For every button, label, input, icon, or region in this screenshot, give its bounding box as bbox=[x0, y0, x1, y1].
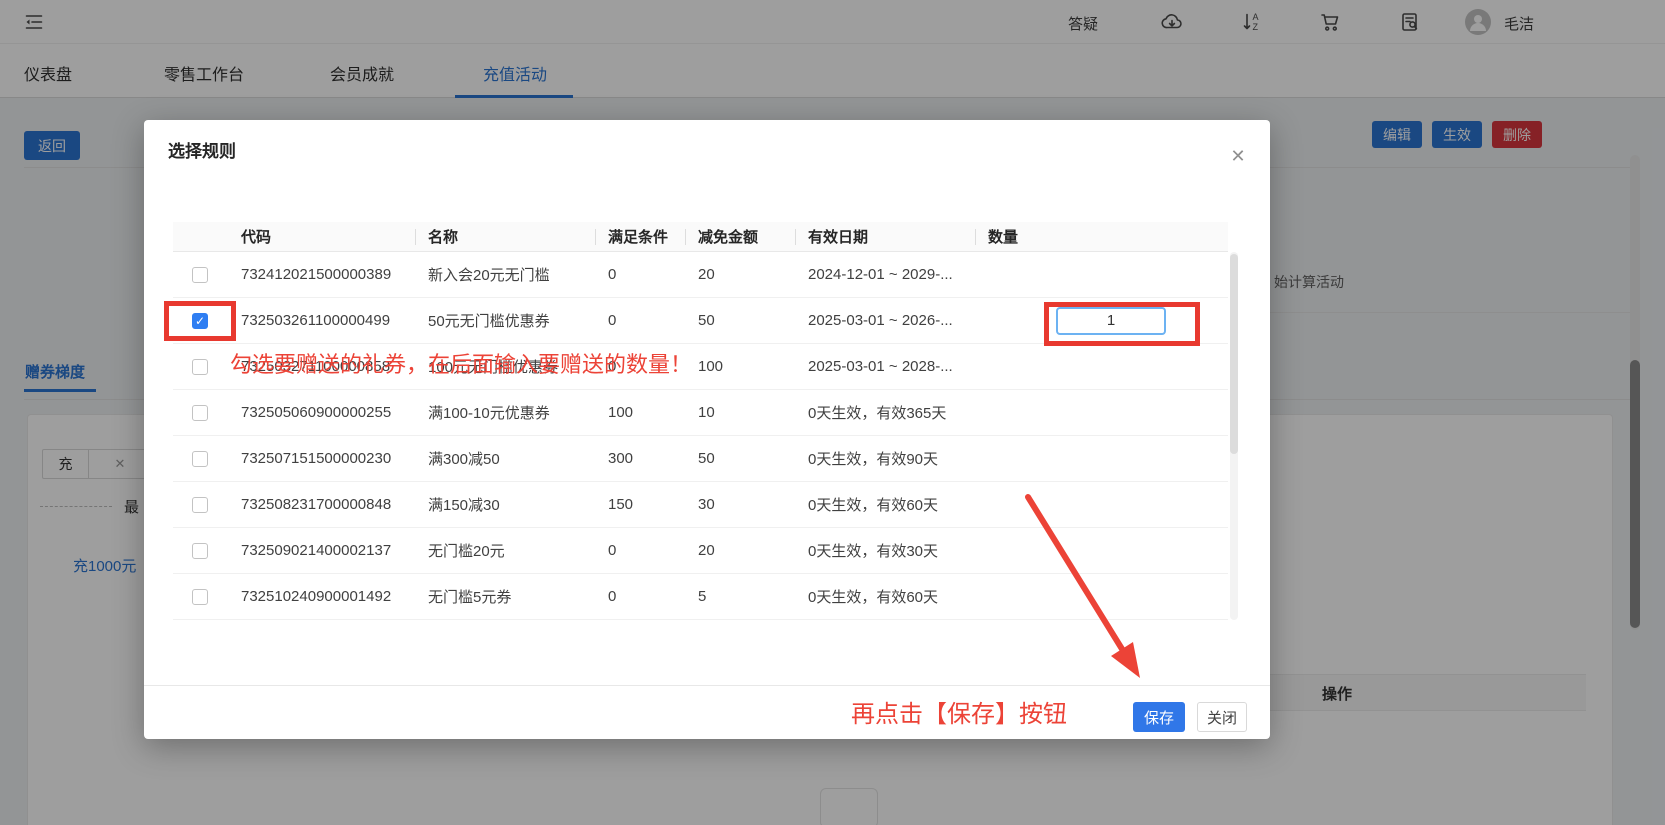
quantity-highlight-box bbox=[1044, 302, 1200, 346]
screen: 答疑 A Z 毛洁 仪表盘 零售工作台 会员成就 充值活动 返回 编辑 生效 删… bbox=[0, 0, 1665, 825]
cell-name: 新入会20元无门槛 bbox=[428, 267, 550, 284]
table-row: 732510240900001492 无门槛5元券 0 5 0天生效，有效60天 bbox=[173, 574, 1228, 620]
cell-valid-date: 0天生效，有效90天 bbox=[808, 451, 939, 468]
cell-valid-date: 2024-12-01 ~ 2029-... bbox=[808, 266, 953, 283]
col-checkbox bbox=[173, 222, 228, 251]
cell-amount: 10 bbox=[698, 404, 715, 421]
cell-amount: 50 bbox=[698, 312, 715, 329]
cell-code: 732505060900000255 bbox=[241, 404, 392, 421]
cell-name: 满300减50 bbox=[428, 451, 500, 468]
table-row: 732505060900000255 满100-10元优惠券 100 10 0天… bbox=[173, 390, 1228, 436]
cell-amount: 50 bbox=[698, 450, 715, 467]
rules-table: 代码 名称 满足条件 减免金额 有效日期 数量 7324120215000003… bbox=[173, 222, 1228, 620]
cell-name: 50元无门槛优惠券 bbox=[428, 313, 550, 330]
cell-code: 732412021500000389 bbox=[241, 266, 392, 283]
table-row: 732509021400002137 无门槛20元 0 20 0天生效，有效30… bbox=[173, 528, 1228, 574]
table-row: 732507151500000230 满300减50 300 50 0天生效，有… bbox=[173, 436, 1228, 482]
dialog-title: 选择规则 bbox=[168, 142, 236, 161]
close-icon[interactable]: ✕ bbox=[1224, 142, 1252, 170]
save-button[interactable]: 保存 bbox=[1133, 702, 1185, 732]
cell-amount: 20 bbox=[698, 266, 715, 283]
table-header: 代码 名称 满足条件 减免金额 有效日期 数量 bbox=[173, 222, 1228, 252]
cell-code: 732503261100000499 bbox=[241, 312, 391, 329]
cell-condition: 300 bbox=[608, 450, 634, 467]
footer-divider bbox=[144, 685, 1270, 686]
cell-code: 732510240900001492 bbox=[241, 588, 392, 605]
cell-valid-date: 2025-03-01 ~ 2026-... bbox=[808, 312, 953, 329]
cell-amount: 5 bbox=[698, 588, 707, 605]
row-checkbox[interactable] bbox=[192, 358, 208, 375]
cell-code: 732507151500000230 bbox=[241, 450, 392, 467]
row-checkbox[interactable] bbox=[192, 266, 208, 283]
col-amount: 减免金额 bbox=[685, 222, 795, 251]
cell-valid-date: 0天生效，有效365天 bbox=[808, 405, 947, 422]
cell-code: 732509021400002137 bbox=[241, 542, 392, 559]
row-checkbox[interactable] bbox=[192, 542, 208, 559]
cell-valid-date: 0天生效，有效60天 bbox=[808, 497, 939, 514]
col-valid-date: 有效日期 bbox=[795, 222, 975, 251]
table-row: 732508231700000848 满150减30 150 30 0天生效，有… bbox=[173, 482, 1228, 528]
cell-condition: 0 bbox=[608, 266, 617, 283]
cell-condition: 0 bbox=[608, 312, 617, 329]
select-rule-dialog: 选择规则 ✕ 代码 名称 满足条件 减免金额 有效日期 数量 732412021… bbox=[144, 120, 1270, 739]
cell-amount: 30 bbox=[698, 496, 715, 513]
col-quantity: 数量 bbox=[975, 222, 1228, 251]
checkbox-highlight-box bbox=[164, 301, 236, 341]
cell-amount: 20 bbox=[698, 542, 715, 559]
cell-amount: 100 bbox=[698, 358, 724, 375]
row-checkbox[interactable] bbox=[192, 450, 208, 467]
cell-valid-date: 2025-03-01 ~ 2028-... bbox=[808, 358, 953, 375]
row-checkbox[interactable] bbox=[192, 496, 208, 513]
table-row: 732412021500000389 新入会20元无门槛 0 20 2024-1… bbox=[173, 252, 1228, 298]
cell-name: 满100-10元优惠券 bbox=[428, 405, 550, 422]
cell-condition: 0 bbox=[608, 542, 617, 559]
cell-name: 无门槛20元 bbox=[428, 543, 505, 560]
cell-valid-date: 0天生效，有效30天 bbox=[808, 543, 939, 560]
row-checkbox[interactable] bbox=[192, 588, 208, 605]
cell-condition: 100 bbox=[608, 404, 634, 421]
cell-condition: 150 bbox=[608, 496, 634, 513]
col-code: 代码 bbox=[241, 229, 272, 246]
cell-code: 732508231700000848 bbox=[241, 496, 392, 513]
col-name: 名称 bbox=[415, 222, 595, 251]
annotation-tip-select: 勾选要赠送的礼券，在后面输入要赠送的数量！ bbox=[230, 352, 693, 377]
cell-name: 无门槛5元券 bbox=[428, 589, 512, 606]
cell-condition: 0 bbox=[608, 588, 617, 605]
cell-valid-date: 0天生效，有效60天 bbox=[808, 589, 939, 606]
col-condition: 满足条件 bbox=[595, 222, 685, 251]
close-button[interactable]: 关闭 bbox=[1197, 702, 1247, 732]
table-scrollbar-thumb[interactable] bbox=[1230, 254, 1238, 454]
row-checkbox[interactable] bbox=[192, 404, 208, 421]
cell-name: 满150减30 bbox=[428, 497, 500, 514]
annotation-tip-save: 再点击【保存】按钮 bbox=[851, 701, 1067, 728]
